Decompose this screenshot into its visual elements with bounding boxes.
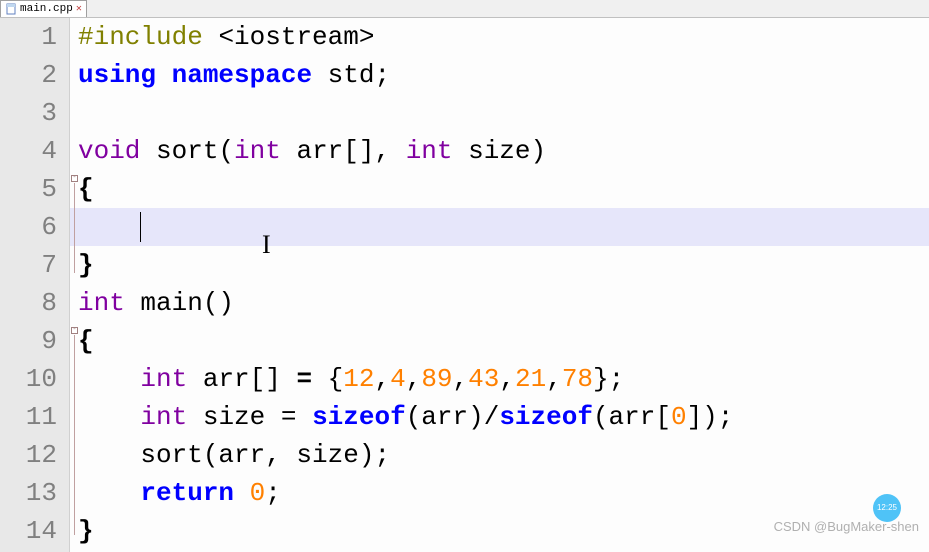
tab-filename: main.cpp [20, 3, 73, 15]
file-icon [5, 3, 17, 15]
code-content[interactable]: - - #include <iostream> using namespace … [70, 18, 929, 552]
code-line[interactable]: int arr[] = {12,4,89,43,21,78}; [70, 360, 929, 398]
line-number: 14 [0, 512, 57, 550]
fold-toggle-icon[interactable]: - [71, 327, 78, 334]
code-line[interactable]: #include <iostream> [70, 18, 929, 56]
mouse-cursor-icon: I [262, 226, 271, 264]
code-line[interactable] [70, 94, 929, 132]
line-number: 1 [0, 18, 57, 56]
code-line[interactable]: } [70, 246, 929, 284]
code-line[interactable]: { [70, 322, 929, 360]
fold-column: - - [70, 18, 78, 552]
text-caret [140, 212, 141, 242]
line-number: 13 [0, 474, 57, 512]
line-number: 11 [0, 398, 57, 436]
tab-bar: main.cpp ✕ [0, 0, 929, 18]
line-number: 12 [0, 436, 57, 474]
code-line[interactable]: int size = sizeof(arr)/sizeof(arr[0]); [70, 398, 929, 436]
watermark-text: CSDN @BugMaker-shen [774, 508, 919, 546]
fold-guide [74, 183, 75, 273]
fold-toggle-icon[interactable]: - [71, 175, 78, 182]
code-line[interactable]: int main() [70, 284, 929, 322]
line-number: 6 [0, 208, 57, 246]
file-tab[interactable]: main.cpp ✕ [0, 0, 87, 17]
code-line[interactable]: return 0; [70, 474, 929, 512]
code-line[interactable]: using namespace std; [70, 56, 929, 94]
fold-guide [74, 335, 75, 535]
line-number: 3 [0, 94, 57, 132]
code-line[interactable]: { [70, 170, 929, 208]
line-number: 2 [0, 56, 57, 94]
code-line[interactable]: sort(arr, size); [70, 436, 929, 474]
line-number: 7 [0, 246, 57, 284]
code-line[interactable]: void sort(int arr[], int size) [70, 132, 929, 170]
line-number-gutter: 1 2 3 4 5 6 7 8 9 10 11 12 13 14 [0, 18, 70, 552]
line-number: 9 [0, 322, 57, 360]
code-editor[interactable]: 1 2 3 4 5 6 7 8 9 10 11 12 13 14 - - #in… [0, 18, 929, 552]
line-number: 5 [0, 170, 57, 208]
line-number: 10 [0, 360, 57, 398]
close-icon[interactable]: ✕ [76, 3, 82, 15]
line-number: 8 [0, 284, 57, 322]
code-line-current[interactable] [70, 208, 929, 246]
line-number: 4 [0, 132, 57, 170]
